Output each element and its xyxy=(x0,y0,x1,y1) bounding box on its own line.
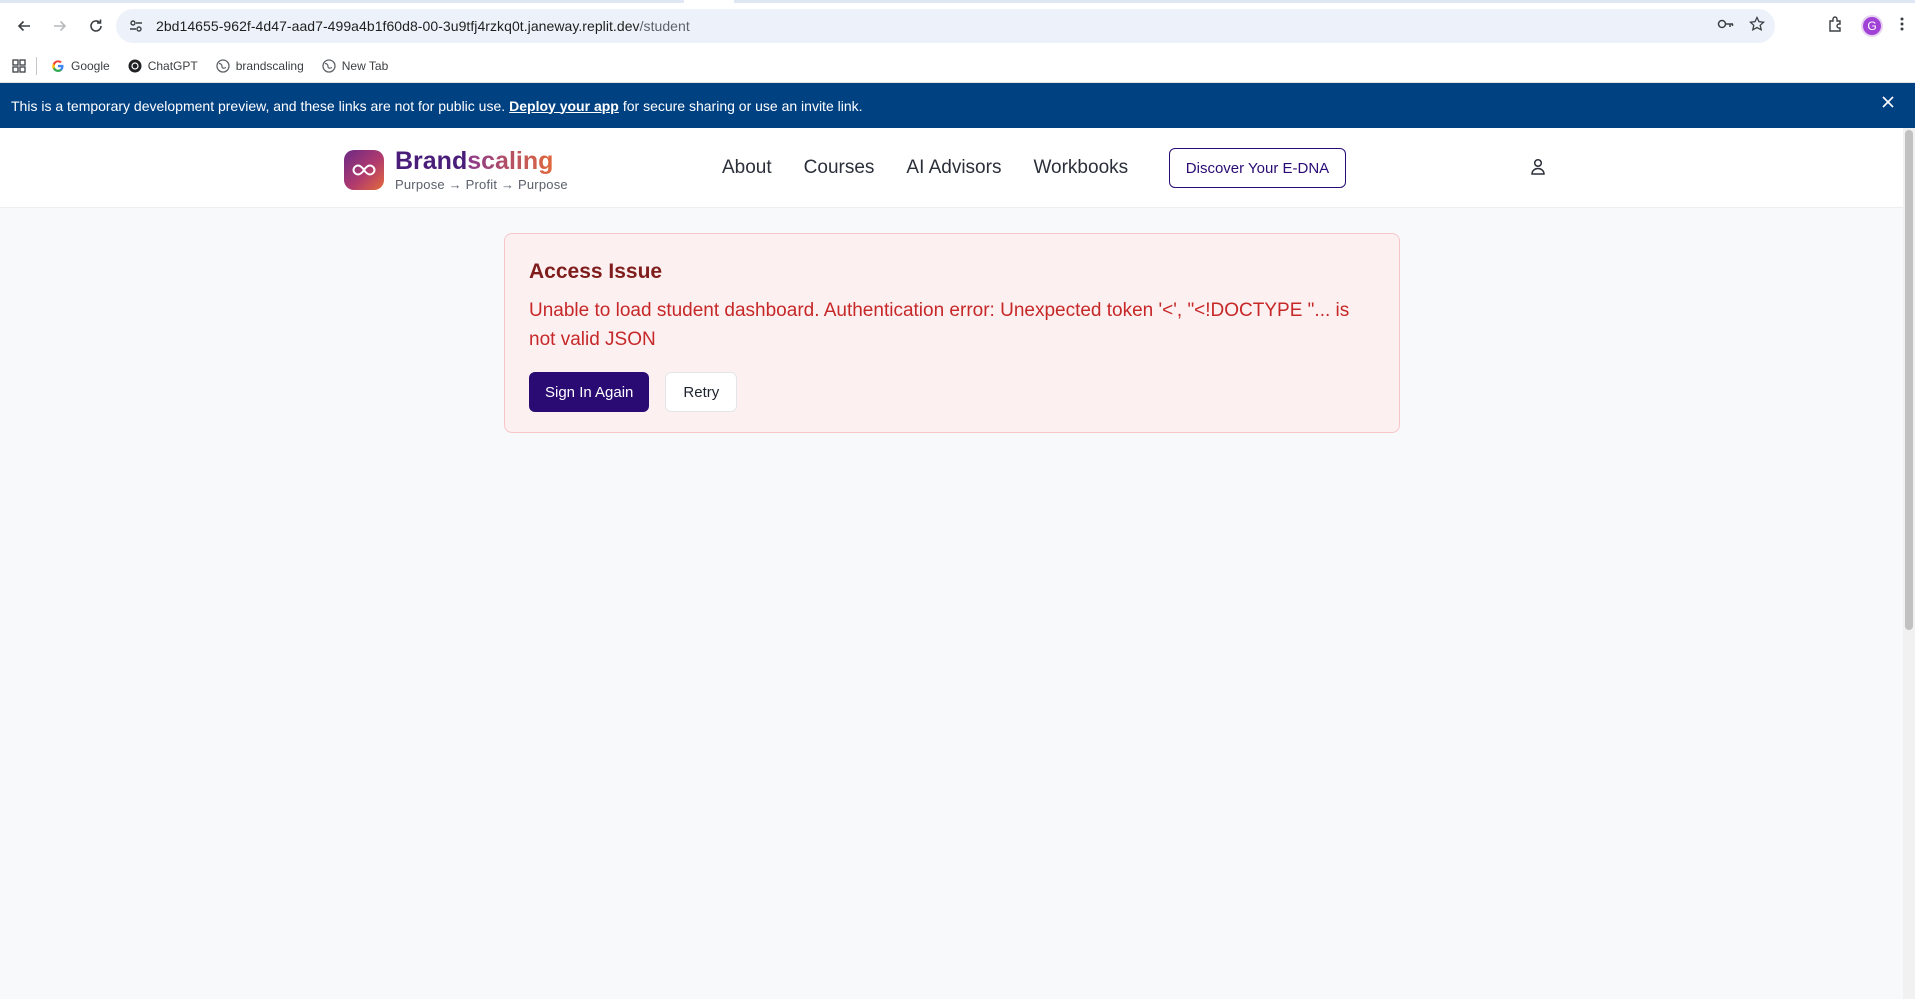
apps-grid-icon[interactable] xyxy=(12,58,26,73)
menu-kebab-icon[interactable] xyxy=(1899,16,1905,37)
bookmark-label: New Tab xyxy=(341,58,389,73)
reload-icon xyxy=(90,19,102,32)
nav-ai-advisors[interactable]: AI Advisors xyxy=(906,157,1001,179)
nav-courses[interactable]: Courses xyxy=(804,157,875,179)
bookmark-label: brandscaling xyxy=(235,58,304,73)
close-icon[interactable] xyxy=(1881,95,1895,112)
globe-icon xyxy=(216,58,230,73)
bookmark-label: ChatGPT xyxy=(147,58,198,73)
google-icon xyxy=(52,59,64,72)
profile-avatar[interactable]: G xyxy=(1861,15,1883,37)
user-icon[interactable] xyxy=(1530,158,1546,181)
nav-about[interactable]: About xyxy=(722,157,772,179)
banner-text-after: for secure sharing or use an invite link… xyxy=(622,97,863,114)
nav-workbooks[interactable]: Workbooks xyxy=(1033,157,1128,179)
browser-toolbar: 2bd14655-962f-4d47-aad7-499a4b1f60d8-00-… xyxy=(0,3,1915,49)
site-info-icon[interactable] xyxy=(116,18,156,34)
dev-preview-banner: This is a temporary development preview,… xyxy=(0,83,1915,128)
deploy-app-link[interactable]: Deploy your app xyxy=(509,98,619,114)
back-arrow-icon xyxy=(17,20,30,32)
globe-icon xyxy=(322,58,336,73)
site-header: Brandscaling Purpose → Profit → Purpose … xyxy=(0,128,1915,208)
bookmark-brandscaling[interactable]: brandscaling xyxy=(216,59,304,73)
reload-button[interactable] xyxy=(78,8,114,44)
page-scrollbar[interactable] xyxy=(1903,128,1915,999)
bookmark-new-tab[interactable]: New Tab xyxy=(322,59,388,73)
error-title: Access Issue xyxy=(529,260,663,283)
chatgpt-icon xyxy=(128,59,142,72)
forward-button[interactable] xyxy=(42,8,78,44)
discover-edna-button[interactable]: Discover Your E-DNA xyxy=(1169,148,1346,188)
bookmarks-bar: Google ChatGPT brandscaling New Tab xyxy=(0,49,1915,83)
bookmark-star-icon[interactable] xyxy=(1748,15,1766,37)
access-error-card: Access Issue Unable to load student dash… xyxy=(504,233,1400,433)
address-bar[interactable]: 2bd14655-962f-4d47-aad7-499a4b1f60d8-00-… xyxy=(116,9,1775,43)
bookmark-label: Google xyxy=(71,58,110,73)
scrollbar-thumb[interactable] xyxy=(1905,130,1913,630)
extensions-icon[interactable] xyxy=(1827,15,1845,38)
main-nav: About Courses AI Advisors Workbooks xyxy=(722,128,1128,208)
brand-name: Brandscaling xyxy=(395,147,554,175)
brand-logo[interactable]: Brandscaling Purpose → Profit → Purpose xyxy=(344,148,568,192)
error-message: Unable to load student dashboard. Authen… xyxy=(529,300,1350,350)
sign-in-again-button[interactable]: Sign In Again xyxy=(529,372,650,412)
infinity-icon xyxy=(344,150,384,190)
forward-arrow-icon xyxy=(54,20,67,32)
brand-tagline: Purpose → Profit → Purpose xyxy=(395,177,568,192)
bookmarks-divider xyxy=(36,56,37,75)
url-text: 2bd14655-962f-4d47-aad7-499a4b1f60d8-00-… xyxy=(156,18,690,34)
password-key-icon[interactable] xyxy=(1717,16,1735,37)
error-actions: Sign In Again Retry xyxy=(529,372,1375,412)
bookmark-google[interactable]: Google xyxy=(51,59,110,73)
bookmark-chatgpt[interactable]: ChatGPT xyxy=(128,59,198,73)
back-button[interactable] xyxy=(6,8,42,44)
retry-button[interactable]: Retry xyxy=(665,372,738,412)
banner-text: This is a temporary development preview,… xyxy=(11,97,506,114)
